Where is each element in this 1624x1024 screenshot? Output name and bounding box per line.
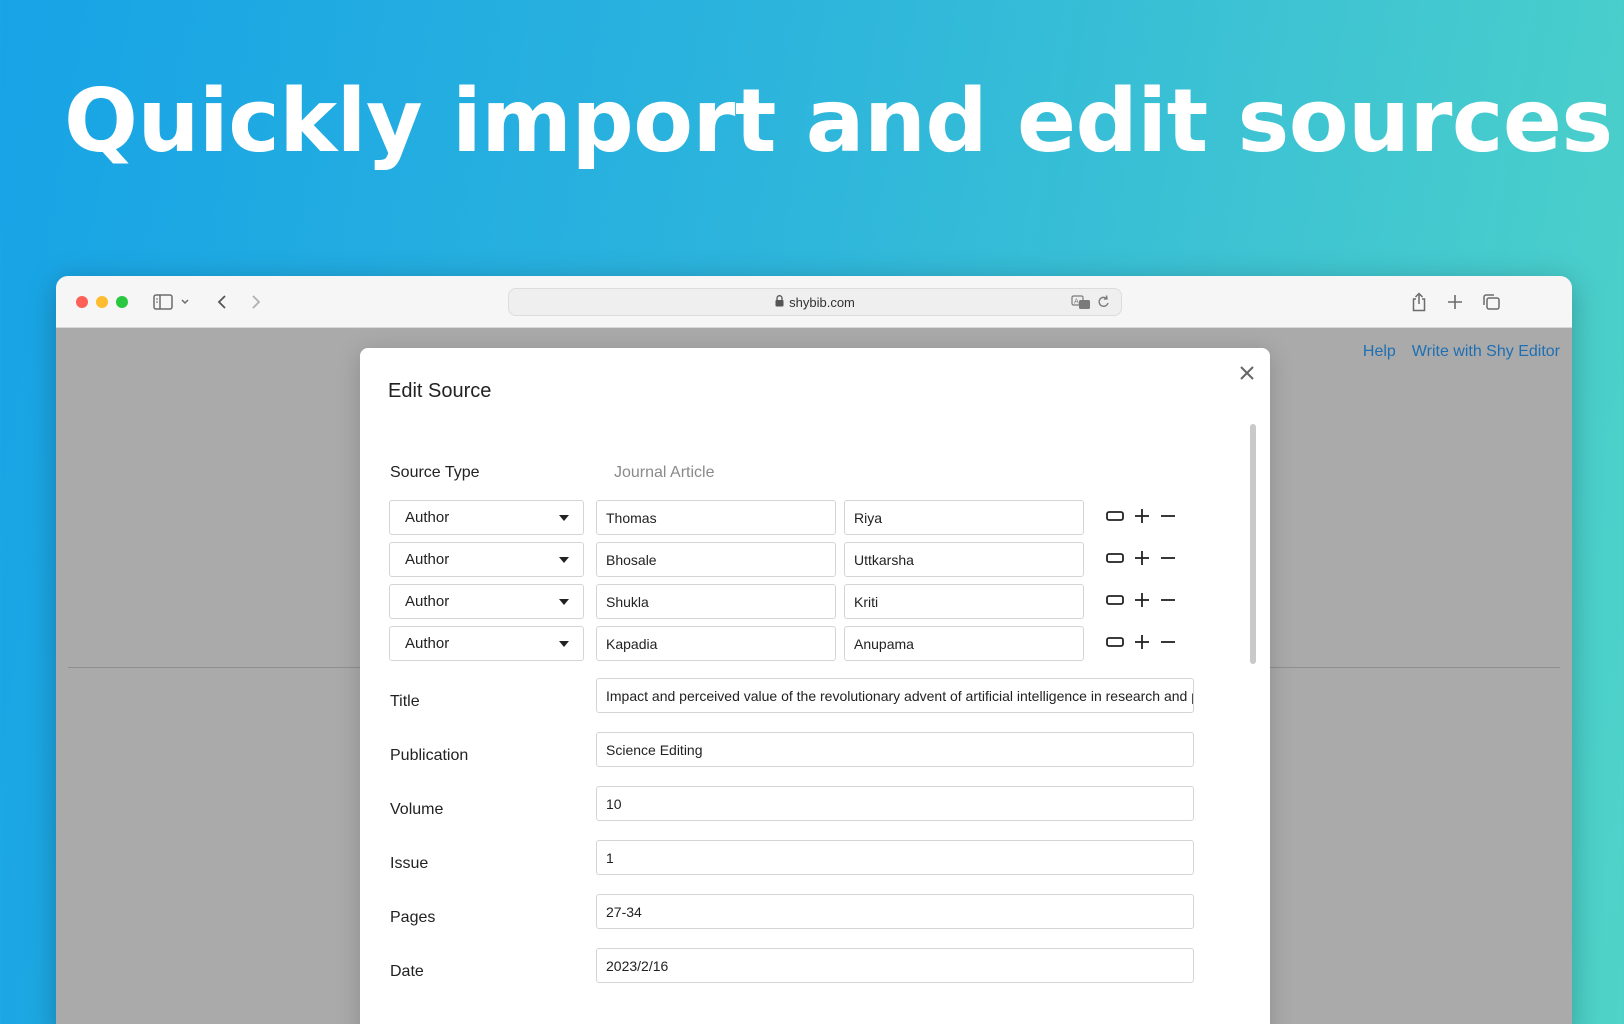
forward-icon[interactable]: [246, 290, 266, 314]
first-name-input[interactable]: Uttkarsha: [844, 542, 1084, 577]
organization-toggle-icon[interactable]: [1106, 594, 1124, 606]
first-name-input[interactable]: Anupama: [844, 626, 1084, 661]
add-contributor-icon[interactable]: [1134, 634, 1150, 650]
caret-down-icon: [559, 599, 569, 605]
add-contributor-icon[interactable]: [1134, 550, 1150, 566]
last-name-input[interactable]: Kapadia: [596, 626, 836, 661]
source-type-label: Source Type: [390, 464, 480, 481]
dialog-title: Edit Source: [388, 380, 492, 402]
help-link[interactable]: Help: [1363, 343, 1396, 361]
remove-contributor-icon[interactable]: [1160, 508, 1176, 524]
issue-input[interactable]: 1: [596, 840, 1194, 875]
minimize-window-button[interactable]: [96, 296, 108, 308]
headline: Quickly import and edit sources: [64, 70, 1613, 172]
issue-label: Issue: [390, 855, 429, 872]
contributor-role-select[interactable]: Author: [389, 500, 584, 535]
close-window-button[interactable]: [76, 296, 88, 308]
source-type-select[interactable]: Journal Article: [614, 464, 715, 482]
role-label: Author: [405, 593, 450, 610]
first-name-input[interactable]: Riya: [844, 500, 1084, 535]
title-input[interactable]: Impact and perceived value of the revolu…: [596, 678, 1194, 713]
add-contributor-icon[interactable]: [1134, 508, 1150, 524]
sidebar-icon[interactable]: [152, 290, 174, 314]
browser-toolbar: shybib.com A: [56, 276, 1572, 328]
role-label: Author: [405, 509, 450, 526]
contributor-actions: [1106, 550, 1176, 566]
caret-down-icon: [559, 515, 569, 521]
title-label: Title: [390, 693, 420, 710]
scrollbar[interactable]: [1250, 424, 1256, 664]
caret-down-icon: [559, 557, 569, 563]
back-icon[interactable]: [212, 290, 232, 314]
remove-contributor-icon[interactable]: [1160, 550, 1176, 566]
tab-overview-icon[interactable]: [1480, 290, 1502, 314]
last-name-input[interactable]: Bhosale: [596, 542, 836, 577]
first-name-input[interactable]: Kriti: [844, 584, 1084, 619]
lock-icon: [775, 294, 784, 310]
pages-label: Pages: [390, 909, 436, 926]
date-label: Date: [390, 963, 424, 980]
top-nav: Help Write with Shy Editor: [1363, 343, 1560, 361]
svg-text:A: A: [1074, 298, 1079, 306]
edit-source-dialog: Edit Source Source Type Journal Article …: [360, 348, 1270, 1024]
contributor-role-select[interactable]: Author: [389, 542, 584, 577]
chevron-down-icon[interactable]: [178, 290, 192, 314]
volume-label: Volume: [390, 801, 444, 818]
volume-input[interactable]: 10: [596, 786, 1194, 821]
translate-icon[interactable]: A: [1071, 294, 1091, 313]
pages-input[interactable]: 27-34: [596, 894, 1194, 929]
contributor-actions: [1106, 592, 1176, 608]
organization-toggle-icon[interactable]: [1106, 636, 1124, 648]
caret-down-icon: [559, 641, 569, 647]
zoom-window-button[interactable]: [116, 296, 128, 308]
remove-contributor-icon[interactable]: [1160, 592, 1176, 608]
close-icon[interactable]: [1236, 362, 1258, 384]
role-label: Author: [405, 551, 450, 568]
publication-label: Publication: [390, 747, 469, 764]
contributor-role-select[interactable]: Author: [389, 584, 584, 619]
write-with-shy-editor-link[interactable]: Write with Shy Editor: [1412, 343, 1560, 361]
add-contributor-icon[interactable]: [1134, 592, 1150, 608]
last-name-input[interactable]: Shukla: [596, 584, 836, 619]
address-bar[interactable]: shybib.com A: [508, 288, 1122, 316]
url-text: shybib.com: [789, 294, 855, 310]
share-icon[interactable]: [1408, 290, 1430, 314]
contributor-actions: [1106, 634, 1176, 650]
reload-icon[interactable]: [1097, 294, 1111, 313]
page-content: Help Write with Shy Editor Edit Source S…: [56, 328, 1572, 1024]
new-tab-icon[interactable]: [1444, 290, 1466, 314]
publication-input[interactable]: Science Editing: [596, 732, 1194, 767]
last-name-input[interactable]: Thomas: [596, 500, 836, 535]
organization-toggle-icon[interactable]: [1106, 552, 1124, 564]
contributor-actions: [1106, 508, 1176, 524]
role-label: Author: [405, 635, 450, 652]
browser-window: shybib.com A Help Write with Shy Editor: [56, 276, 1572, 1024]
contributor-role-select[interactable]: Author: [389, 626, 584, 661]
date-input[interactable]: 2023/2/16: [596, 948, 1194, 983]
organization-toggle-icon[interactable]: [1106, 510, 1124, 522]
remove-contributor-icon[interactable]: [1160, 634, 1176, 650]
